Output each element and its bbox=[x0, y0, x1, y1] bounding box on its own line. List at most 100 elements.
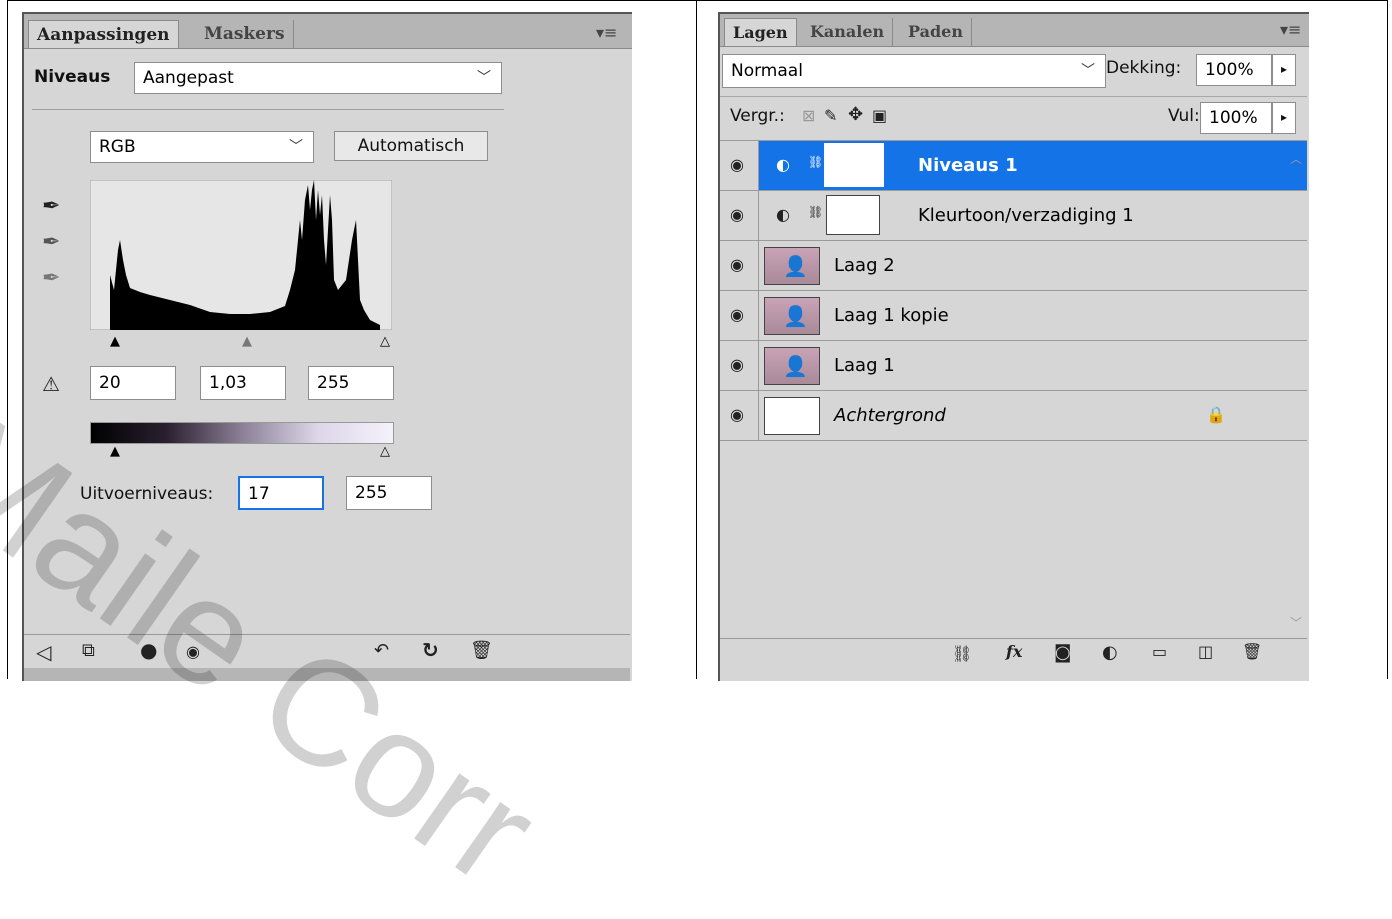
lock-all-icon[interactable]: ▣ bbox=[872, 106, 887, 125]
input-gamma-field[interactable]: 1,03 bbox=[200, 366, 286, 400]
eye-icon: ◉ bbox=[730, 205, 744, 224]
layer-row[interactable]: ◉ 👤 Laag 1 bbox=[720, 341, 1307, 391]
panel-menu-icon[interactable]: ▾≡ bbox=[1280, 20, 1301, 39]
layer-thumbnail[interactable]: 👤 bbox=[764, 347, 820, 385]
layer-thumbnail[interactable]: 👤 bbox=[764, 297, 820, 335]
layer-visibility-toggle[interactable]: ◉ bbox=[720, 241, 759, 290]
opacity-arrow-button[interactable]: ▸ bbox=[1272, 54, 1296, 86]
trash-icon[interactable]: 🗑 bbox=[1242, 642, 1262, 661]
layers-list: ◉ ◐ ⛓ Niveaus 1 ◉ ◐ ⛓ Kleurtoon/verzadig… bbox=[720, 140, 1307, 461]
tab-paden[interactable]: Paden bbox=[900, 18, 972, 46]
blend-mode-value: Normaal bbox=[731, 61, 803, 81]
white-eyedropper-icon[interactable]: ✒ bbox=[42, 266, 60, 291]
layer-mask-thumbnail[interactable] bbox=[826, 195, 880, 235]
layer-name: Achtergrond bbox=[834, 405, 946, 426]
previous-state-icon[interactable]: ↶ bbox=[374, 640, 389, 661]
divider bbox=[720, 96, 1307, 97]
layer-visibility-toggle[interactable]: ◉ bbox=[720, 191, 759, 240]
tab-aanpassingen[interactable]: Aanpassingen bbox=[28, 20, 179, 48]
layer-row[interactable]: ◉ ◐ ⛓ Kleurtoon/verzadiging 1 bbox=[720, 191, 1307, 241]
scroll-down-icon[interactable]: ﹀ bbox=[1290, 614, 1302, 631]
tab-lagen[interactable]: Lagen bbox=[724, 18, 797, 46]
toolbar-divider bbox=[720, 638, 1307, 639]
output-label: Uitvoerniveaus: bbox=[80, 484, 214, 504]
layer-visibility-toggle[interactable]: ◉ bbox=[720, 391, 759, 440]
new-group-icon[interactable]: ▭ bbox=[1152, 642, 1167, 661]
chevron-down-icon: ﹀ bbox=[289, 139, 303, 155]
person-photo-icon: 👤 bbox=[783, 354, 808, 378]
black-eyedropper-icon[interactable]: ✒ bbox=[42, 194, 60, 219]
layers-tabbar: Lagen Kanalen Paden ▾≡ bbox=[720, 14, 1309, 47]
layer-name: Niveaus 1 bbox=[918, 155, 1018, 176]
fill-field[interactable]: 100% bbox=[1200, 102, 1272, 134]
preset-dropdown[interactable]: Aangepast ﹀ bbox=[134, 62, 502, 94]
layer-row[interactable]: ◉ ◐ ⛓ Niveaus 1 bbox=[720, 141, 1307, 191]
new-layer-icon[interactable]: ◫ bbox=[1198, 642, 1213, 661]
layer-mask-thumbnail[interactable] bbox=[824, 143, 884, 187]
input-white-field[interactable]: 255 bbox=[308, 366, 394, 400]
frame-top bbox=[7, 0, 1387, 1]
back-arrow-icon[interactable]: ◁ bbox=[36, 640, 51, 664]
white-output-slider[interactable]: △ bbox=[380, 444, 390, 459]
preset-value: Aangepast bbox=[143, 68, 234, 88]
eye-icon[interactable]: ◉ bbox=[186, 642, 200, 661]
new-adjustment-icon[interactable]: ◐ bbox=[1102, 642, 1118, 663]
output-white-field[interactable]: 255 bbox=[346, 476, 432, 510]
layer-thumbnail[interactable]: 👤 bbox=[764, 247, 820, 285]
eye-icon: ◉ bbox=[730, 255, 744, 274]
black-output-slider[interactable]: ▲ bbox=[110, 444, 120, 459]
lock-transparency-icon[interactable]: ⊠ bbox=[802, 106, 815, 125]
fx-icon[interactable]: fx bbox=[1006, 642, 1022, 661]
scroll-up-icon[interactable]: ︿ bbox=[1290, 150, 1302, 167]
layer-name: Kleurtoon/verzadiging 1 bbox=[918, 205, 1134, 226]
gray-eyedropper-icon[interactable]: ✒ bbox=[42, 230, 60, 255]
output-gradient bbox=[90, 422, 394, 444]
fill-arrow-button[interactable]: ▸ bbox=[1272, 102, 1296, 134]
input-black-field[interactable]: 20 bbox=[90, 366, 176, 400]
person-photo-icon: 👤 bbox=[783, 304, 808, 328]
link-layers-icon[interactable]: ⛓ bbox=[952, 644, 972, 663]
white-input-slider[interactable]: △ bbox=[380, 334, 390, 349]
layer-name: Laag 1 bbox=[834, 355, 895, 376]
reset-icon[interactable]: ↻ bbox=[422, 638, 439, 662]
visibility-toggle-icon[interactable]: ● bbox=[140, 638, 157, 662]
divider bbox=[32, 109, 504, 110]
output-black-field[interactable]: 17 bbox=[238, 476, 324, 510]
opacity-field[interactable]: 100% bbox=[1196, 54, 1272, 86]
toolbar-divider bbox=[24, 634, 630, 635]
black-input-slider[interactable]: ▲ bbox=[110, 334, 120, 349]
clipping-warning-icon[interactable]: ⚠ bbox=[42, 372, 60, 396]
layer-row[interactable]: ◉ Achtergrond 🔒 bbox=[720, 391, 1307, 441]
link-chain-icon: ⛓ bbox=[808, 205, 824, 219]
channel-value: RGB bbox=[99, 137, 136, 157]
layer-visibility-toggle[interactable]: ◉ bbox=[720, 141, 759, 190]
trash-icon[interactable]: 🗑 bbox=[470, 640, 493, 661]
layer-visibility-toggle[interactable]: ◉ bbox=[720, 291, 759, 340]
layer-row[interactable]: ◉ 👤 Laag 1 kopie bbox=[720, 291, 1307, 341]
adjustments-panel: Aanpassingen Maskers ▾≡ Niveaus Aangepas… bbox=[22, 12, 632, 681]
channel-dropdown[interactable]: RGB ﹀ bbox=[90, 131, 314, 163]
tab-maskers[interactable]: Maskers bbox=[196, 20, 294, 48]
chevron-down-icon: ﹀ bbox=[477, 70, 491, 86]
panel-bottom-bar bbox=[24, 668, 630, 681]
gamma-input-slider[interactable]: ▲ bbox=[242, 334, 252, 349]
layer-visibility-toggle[interactable]: ◉ bbox=[720, 341, 759, 390]
eye-icon: ◉ bbox=[730, 405, 744, 424]
add-mask-icon[interactable]: ◙ bbox=[1054, 642, 1071, 663]
clip-to-layer-icon[interactable]: ⧉ bbox=[82, 640, 95, 661]
panel-menu-icon[interactable]: ▾≡ bbox=[596, 23, 617, 42]
layers-panel: Lagen Kanalen Paden ▾≡ Normaal ﹀ Dekking… bbox=[718, 12, 1309, 681]
tab-kanalen[interactable]: Kanalen bbox=[802, 18, 894, 46]
blend-mode-dropdown[interactable]: Normaal ﹀ bbox=[722, 54, 1106, 88]
eye-icon: ◉ bbox=[730, 355, 744, 374]
layer-thumbnail[interactable] bbox=[764, 397, 820, 435]
lock-position-icon[interactable]: ✥ bbox=[848, 104, 863, 125]
layer-row[interactable]: ◉ 👤 Laag 2 bbox=[720, 241, 1307, 291]
person-photo-icon: 👤 bbox=[783, 254, 808, 278]
auto-button[interactable]: Automatisch bbox=[334, 131, 488, 161]
lock-icon: 🔒 bbox=[1206, 405, 1226, 424]
lock-pixels-icon[interactable]: ✎ bbox=[824, 106, 837, 125]
adjustment-hue-icon: ◐ bbox=[776, 205, 790, 224]
layer-name: Laag 2 bbox=[834, 255, 895, 276]
adjustment-levels-icon: ◐ bbox=[776, 155, 790, 174]
